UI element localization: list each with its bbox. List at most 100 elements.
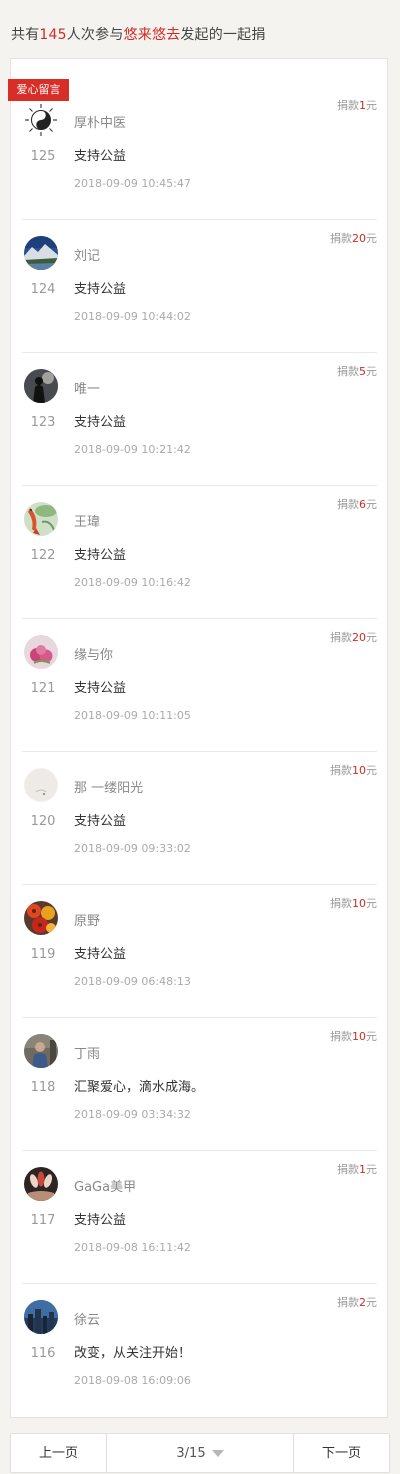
amount-value: 5 <box>359 365 366 378</box>
donor-message: 支持公益 <box>74 282 127 297</box>
donation-amount: 捐款10元 <box>330 1028 377 1044</box>
amount-value: 1 <box>359 1163 366 1176</box>
entry-index: 116 <box>30 1346 56 1361</box>
donation-amount: 捐款2元 <box>337 1294 377 1310</box>
list-item: 119 原野 支持公益 2018-09-09 06:48:13 捐款10元 <box>11 885 387 1018</box>
list-item: 117 GaGa美甲 支持公益 2018-09-08 16:11:42 捐款1元 <box>11 1151 387 1284</box>
amount-value: 20 <box>352 631 366 644</box>
donation-amount: 捐款10元 <box>330 762 377 778</box>
donation-time: 2018-09-09 10:11:05 <box>74 709 191 722</box>
red-flowers-avatar[interactable] <box>24 901 58 935</box>
amount-value: 10 <box>352 764 366 777</box>
amount-unit: 元 <box>366 365 377 378</box>
amount-unit: 元 <box>366 764 377 777</box>
next-page-button[interactable]: 下一页 <box>294 1434 389 1472</box>
donation-amount: 捐款20元 <box>330 230 377 246</box>
donor-name[interactable]: 刘记 <box>74 245 100 264</box>
initiator-link[interactable]: 悠来悠去 <box>124 27 181 43</box>
donor-name[interactable]: 原野 <box>74 910 100 929</box>
donation-amount: 捐款6元 <box>337 496 377 512</box>
amount-unit: 元 <box>366 232 377 245</box>
pink-flower-avatar[interactable] <box>24 635 58 669</box>
donation-amount: 捐款5元 <box>337 363 377 379</box>
amount-value: 20 <box>352 232 366 245</box>
entry-index: 118 <box>30 1080 56 1095</box>
donation-amount: 捐款20元 <box>330 629 377 645</box>
donation-time: 2018-09-09 09:33:02 <box>74 842 191 855</box>
donation-time: 2018-09-08 16:09:06 <box>74 1374 191 1387</box>
donor-message: 改变，从关注开始！ <box>74 1346 192 1361</box>
pagination: 上一页 3/15 下一页 <box>10 1433 390 1473</box>
donor-message: 支持公益 <box>74 415 127 430</box>
mountain-landscape-avatar[interactable] <box>24 236 58 270</box>
donor-name[interactable]: 缘与你 <box>74 644 113 663</box>
list-item: 122 王瑋 支持公益 2018-09-09 10:16:42 捐款6元 <box>11 486 387 619</box>
donor-name[interactable]: GaGa美甲 <box>74 1176 136 1195</box>
donation-time: 2018-09-09 10:45:47 <box>74 177 191 190</box>
summary-suffix: 发起的一起捐 <box>180 27 266 43</box>
list-item: 118 丁雨 汇聚爱心，滴水成海。 2018-09-09 03:34:32 捐款… <box>11 1018 387 1151</box>
amount-prefix: 捐款 <box>337 1163 359 1176</box>
donation-time: 2018-09-09 10:21:42 <box>74 443 191 456</box>
amount-prefix: 捐款 <box>337 365 359 378</box>
summary-mid: 人次参与 <box>66 27 124 43</box>
yin-yang-icon[interactable] <box>24 103 58 137</box>
participant-count: 145 <box>39 27 67 43</box>
amount-unit: 元 <box>366 631 377 644</box>
entry-index: 119 <box>30 947 56 962</box>
donor-message: 支持公益 <box>74 681 127 696</box>
donor-name[interactable]: 丁雨 <box>74 1043 100 1062</box>
light-sketch-avatar[interactable] <box>24 768 58 802</box>
donation-amount: 捐款1元 <box>337 97 377 113</box>
list-item: 116 徐云 改变，从关注开始！ 2018-09-08 16:09:06 捐款2… <box>11 1284 387 1417</box>
list-item: 120 那 一缕阳光 支持公益 2018-09-09 09:33:02 捐款10… <box>11 752 387 885</box>
amount-prefix: 捐款 <box>330 1030 352 1043</box>
caret-down-icon <box>211 1450 224 1457</box>
entry-index: 124 <box>30 282 56 297</box>
donation-time: 2018-09-08 16:11:42 <box>74 1241 191 1254</box>
donation-time: 2018-09-09 10:44:02 <box>74 310 191 323</box>
entry-index: 123 <box>30 415 56 430</box>
amount-unit: 元 <box>366 1163 377 1176</box>
amount-prefix: 捐款 <box>337 99 359 112</box>
amount-unit: 元 <box>366 1030 377 1043</box>
entry-index: 121 <box>30 681 56 696</box>
list-item: 124 刘记 支持公益 2018-09-09 10:44:02 捐款20元 <box>11 220 387 353</box>
amount-prefix: 捐款 <box>330 631 352 644</box>
silhouette-avatar[interactable] <box>24 369 58 403</box>
amount-unit: 元 <box>366 897 377 910</box>
koi-fish-avatar[interactable] <box>24 502 58 536</box>
amount-prefix: 捐款 <box>330 232 352 245</box>
donor-message: 汇聚爱心，滴水成海。 <box>74 1080 205 1095</box>
donor-name[interactable]: 唯一 <box>74 378 100 397</box>
amount-value: 2 <box>359 1296 366 1309</box>
nails-avatar[interactable] <box>24 1167 58 1201</box>
donation-summary: 共有145人次参与悠来悠去发起的一起捐 <box>11 24 266 44</box>
summary-prefix: 共有 <box>11 27 40 43</box>
prev-page-button[interactable]: 上一页 <box>11 1434 106 1472</box>
amount-prefix: 捐款 <box>330 764 352 777</box>
donation-amount: 捐款10元 <box>330 895 377 911</box>
amount-value: 10 <box>352 897 366 910</box>
amount-value: 1 <box>359 99 366 112</box>
amount-prefix: 捐款 <box>337 1296 359 1309</box>
donor-message: 支持公益 <box>74 548 127 563</box>
list-item: 121 缘与你 支持公益 2018-09-09 10:11:05 捐款20元 <box>11 619 387 752</box>
amount-value: 6 <box>359 498 366 511</box>
donation-time: 2018-09-09 03:34:32 <box>74 1108 191 1121</box>
entry-index: 122 <box>30 548 56 563</box>
donor-name[interactable]: 徐云 <box>74 1309 100 1328</box>
donor-name[interactable]: 王瑋 <box>74 511 100 530</box>
page-indicator: 3/15 <box>176 1446 206 1461</box>
entry-index: 125 <box>30 149 56 164</box>
page-select[interactable]: 3/15 <box>106 1434 294 1472</box>
donor-message: 支持公益 <box>74 814 127 829</box>
donor-name[interactable]: 厚朴中医 <box>74 112 126 131</box>
amount-unit: 元 <box>366 498 377 511</box>
amount-unit: 元 <box>366 1296 377 1309</box>
donor-name[interactable]: 那 一缕阳光 <box>74 777 143 796</box>
person-photo-avatar[interactable] <box>24 1034 58 1068</box>
donation-time: 2018-09-09 10:16:42 <box>74 576 191 589</box>
city-skyline-avatar[interactable] <box>24 1300 58 1334</box>
donation-list-card: 爱心留言 125 厚朴中医 支持公益 2018-09-09 10:45:47 捐… <box>8 58 388 1418</box>
